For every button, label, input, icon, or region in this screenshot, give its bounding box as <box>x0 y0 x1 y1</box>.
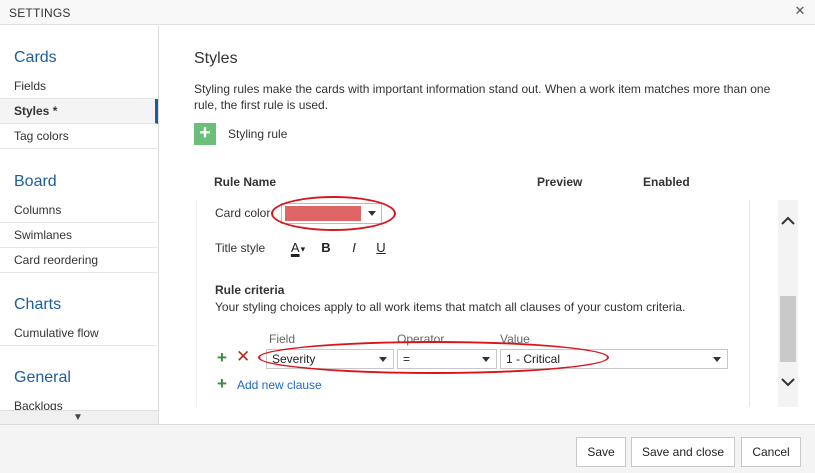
rule-criteria-title: Rule criteria <box>215 283 285 297</box>
section-title-general: General <box>14 369 71 386</box>
clause-operator-select[interactable]: = <box>397 349 497 369</box>
sidebar-item-fields[interactable]: Fields <box>0 74 157 99</box>
dialog-footer: Save Save and close Cancel <box>0 424 815 473</box>
scrollbar-thumb[interactable] <box>780 296 796 362</box>
section-title-cards: Cards <box>14 49 57 66</box>
close-icon[interactable]: ✕ <box>793 4 807 18</box>
chevron-down-icon <box>713 357 721 362</box>
clause-field-value: Severity <box>272 352 316 366</box>
title-bar: SETTINGS ✕ <box>0 0 815 25</box>
card-color-label: Card color <box>215 206 271 220</box>
clause-value-select[interactable]: 1 - Critical <box>500 349 728 369</box>
font-color-button[interactable]: A▾ <box>286 238 310 258</box>
chevron-down-icon <box>368 211 376 216</box>
criteria-header-operator: Operator <box>397 332 445 346</box>
section-title-charts: Charts <box>14 296 62 313</box>
title-style-label: Title style <box>215 241 266 255</box>
cancel-button[interactable]: Cancel <box>741 437 801 467</box>
clause-field-select[interactable]: Severity <box>266 349 394 369</box>
add-styling-rule-label: Styling rule <box>228 127 288 141</box>
criteria-header-value: Value <box>500 332 530 346</box>
column-header-enabled: Enabled <box>643 175 690 189</box>
clause-value-value: 1 - Critical <box>506 352 561 366</box>
save-button[interactable]: Save <box>576 437 626 467</box>
add-new-clause-label: Add new clause <box>237 378 322 392</box>
scroll-down-icon: ▼ <box>73 412 83 423</box>
sidebar-item-columns[interactable]: Columns <box>0 198 157 223</box>
chevron-down-icon: ▾ <box>300 244 306 254</box>
sidebar-item-cumulative-flow[interactable]: Cumulative flow <box>0 321 157 346</box>
section-title-board: Board <box>14 173 57 190</box>
chevron-up-icon[interactable] <box>780 213 796 229</box>
font-color-icon: A <box>290 240 300 255</box>
sidebar-scroll-down[interactable]: ▼ <box>0 410 158 424</box>
page-title: Styles <box>194 50 238 67</box>
sidebar-item-card-reordering[interactable]: Card reordering <box>0 248 157 273</box>
sidebar-item-tag-colors[interactable]: Tag colors <box>0 124 157 149</box>
add-clause-row-icon[interactable]: + <box>217 349 227 366</box>
column-header-rule-name: Rule Name <box>214 175 277 189</box>
rule-criteria-description: Your styling choices apply to all work i… <box>215 300 686 314</box>
save-and-close-button[interactable]: Save and close <box>631 437 735 467</box>
italic-button[interactable]: I <box>346 238 362 258</box>
chevron-down-icon <box>482 357 490 362</box>
page-description: Styling rules make the cards with import… <box>194 82 771 112</box>
plus-icon: + <box>217 374 227 393</box>
card-color-dropdown[interactable] <box>281 203 382 224</box>
underline-button[interactable]: U <box>373 238 389 258</box>
chevron-down-icon[interactable] <box>780 374 796 390</box>
rule-panel-scrollbar[interactable] <box>778 200 798 407</box>
column-header-preview: Preview <box>537 175 583 189</box>
criteria-header-field: Field <box>269 332 296 346</box>
chevron-down-icon <box>379 357 387 362</box>
card-color-swatch <box>285 206 361 221</box>
delete-clause-icon[interactable]: ✕ <box>236 348 250 365</box>
sidebar-item-swimlanes[interactable]: Swimlanes <box>0 223 157 248</box>
settings-sidebar: Cards Fields Styles * Tag colors Board C… <box>0 26 159 424</box>
plus-icon: + <box>194 123 216 145</box>
sidebar-item-styles[interactable]: Styles * <box>0 99 158 124</box>
bold-button[interactable]: B <box>318 238 334 258</box>
dialog-title: SETTINGS <box>9 6 71 20</box>
clause-operator-value: = <box>403 352 411 366</box>
